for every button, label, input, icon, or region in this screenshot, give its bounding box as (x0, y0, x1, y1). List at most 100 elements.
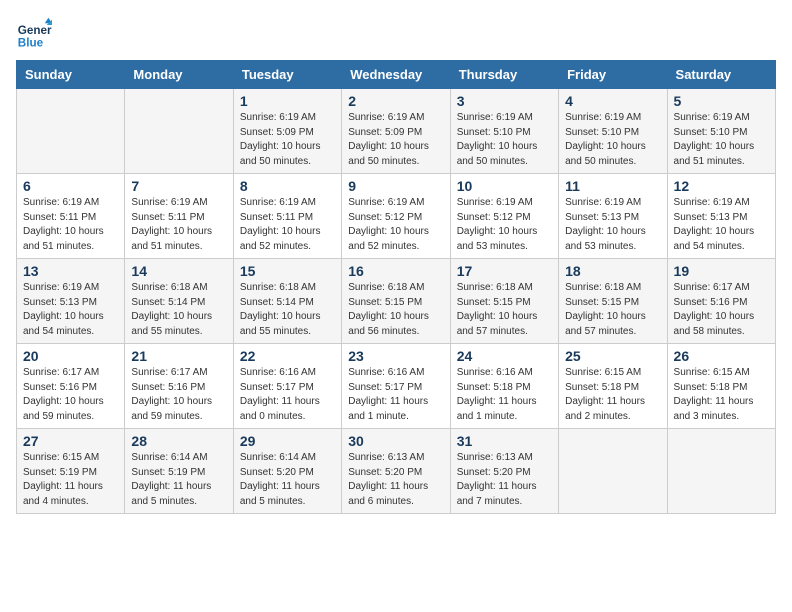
calendar-header: SundayMondayTuesdayWednesdayThursdayFrid… (17, 61, 776, 89)
calendar-cell: 25 Sunrise: 6:15 AM Sunset: 5:18 PM Dayli… (559, 344, 667, 429)
cell-day-number: 21 (131, 348, 226, 364)
cell-day-info: Sunrise: 6:19 AM Sunset: 5:10 PM Dayligh… (565, 111, 660, 169)
cell-day-info: Sunrise: 6:18 AM Sunset: 5:15 PM Dayligh… (565, 281, 660, 339)
calendar-cell: 6Sunrise: 6:19 AM Sunset: 5:11 PM Daylig… (17, 174, 125, 259)
cell-day-number: 12 (674, 178, 769, 194)
calendar-cell: 22 Sunrise: 6:16 AM Sunset: 5:17 PM Dayli… (233, 344, 341, 429)
cell-day-number: 16 (348, 263, 443, 279)
cell-day-info: Sunrise: 6:19 AM Sunset: 5:11 PM Dayligh… (131, 196, 226, 254)
calendar-cell: 4Sunrise: 6:19 AM Sunset: 5:10 PM Daylig… (559, 89, 667, 174)
calendar-cell: 15 Sunrise: 6:18 AM Sunset: 5:14 PM Dayli… (233, 259, 341, 344)
cell-day-info: Sunrise: 6:19 AM Sunset: 5:12 PM Dayligh… (457, 196, 552, 254)
weekday-header-wednesday: Wednesday (342, 61, 450, 89)
cell-day-info: Sunrise: 6:17 AM Sunset: 5:16 PM Dayligh… (23, 366, 118, 424)
weekday-header-monday: Monday (125, 61, 233, 89)
cell-day-info: Sunrise: 6:18 AM Sunset: 5:15 PM Dayligh… (457, 281, 552, 339)
calendar-cell: 10 Sunrise: 6:19 AM Sunset: 5:12 PM Dayli… (450, 174, 558, 259)
cell-day-info: Sunrise: 6:15 AM Sunset: 5:18 PM Dayligh… (565, 366, 660, 424)
calendar-cell: 27 Sunrise: 6:15 AM Sunset: 5:19 PM Dayli… (17, 429, 125, 514)
calendar-cell: 8Sunrise: 6:19 AM Sunset: 5:11 PM Daylig… (233, 174, 341, 259)
cell-day-info: Sunrise: 6:14 AM Sunset: 5:20 PM Dayligh… (240, 451, 335, 509)
cell-day-info: Sunrise: 6:19 AM Sunset: 5:13 PM Dayligh… (674, 196, 769, 254)
cell-day-number: 18 (565, 263, 660, 279)
cell-day-info: Sunrise: 6:14 AM Sunset: 5:19 PM Dayligh… (131, 451, 226, 509)
weekday-header-friday: Friday (559, 61, 667, 89)
svg-text:Blue: Blue (18, 37, 44, 50)
page-header: General Blue (16, 16, 776, 52)
cell-day-number: 22 (240, 348, 335, 364)
calendar-cell: 31 Sunrise: 6:13 AM Sunset: 5:20 PM Dayli… (450, 429, 558, 514)
calendar-cell: 26 Sunrise: 6:15 AM Sunset: 5:18 PM Dayli… (667, 344, 775, 429)
weekday-header-sunday: Sunday (17, 61, 125, 89)
calendar-cell: 11Sunrise: 6:19 AM Sunset: 5:13 PM Dayli… (559, 174, 667, 259)
calendar-cell: 13Sunrise: 6:19 AM Sunset: 5:13 PM Dayli… (17, 259, 125, 344)
calendar-week-row: 13Sunrise: 6:19 AM Sunset: 5:13 PM Dayli… (17, 259, 776, 344)
cell-day-number: 24 (457, 348, 552, 364)
cell-day-info: Sunrise: 6:19 AM Sunset: 5:13 PM Dayligh… (23, 281, 118, 339)
cell-day-info: Sunrise: 6:16 AM Sunset: 5:17 PM Dayligh… (240, 366, 335, 424)
cell-day-number: 19 (674, 263, 769, 279)
calendar-cell: 17 Sunrise: 6:18 AM Sunset: 5:15 PM Dayli… (450, 259, 558, 344)
cell-day-number: 8 (240, 178, 335, 194)
cell-day-number: 1 (240, 93, 335, 109)
cell-day-info: Sunrise: 6:19 AM Sunset: 5:11 PM Dayligh… (23, 196, 118, 254)
calendar-cell: 29Sunrise: 6:14 AM Sunset: 5:20 PM Dayli… (233, 429, 341, 514)
calendar-week-row: 6Sunrise: 6:19 AM Sunset: 5:11 PM Daylig… (17, 174, 776, 259)
calendar-cell: 7 Sunrise: 6:19 AM Sunset: 5:11 PM Daylig… (125, 174, 233, 259)
cell-day-number: 10 (457, 178, 552, 194)
cell-day-info: Sunrise: 6:16 AM Sunset: 5:18 PM Dayligh… (457, 366, 552, 424)
cell-day-info: Sunrise: 6:19 AM Sunset: 5:09 PM Dayligh… (240, 111, 335, 169)
cell-day-info: Sunrise: 6:18 AM Sunset: 5:15 PM Dayligh… (348, 281, 443, 339)
calendar-cell: 12 Sunrise: 6:19 AM Sunset: 5:13 PM Dayli… (667, 174, 775, 259)
calendar-cell: 3Sunrise: 6:19 AM Sunset: 5:10 PM Daylig… (450, 89, 558, 174)
calendar-week-row: 27 Sunrise: 6:15 AM Sunset: 5:19 PM Dayli… (17, 429, 776, 514)
cell-day-info: Sunrise: 6:13 AM Sunset: 5:20 PM Dayligh… (348, 451, 443, 509)
cell-day-number: 7 (131, 178, 226, 194)
cell-day-number: 31 (457, 433, 552, 449)
cell-day-number: 30 (348, 433, 443, 449)
weekday-header-row: SundayMondayTuesdayWednesdayThursdayFrid… (17, 61, 776, 89)
cell-day-number: 27 (23, 433, 118, 449)
calendar-cell: 16 Sunrise: 6:18 AM Sunset: 5:15 PM Dayli… (342, 259, 450, 344)
cell-day-number: 5 (674, 93, 769, 109)
calendar-body: 1 Sunrise: 6:19 AM Sunset: 5:09 PM Daylig… (17, 89, 776, 514)
cell-day-info: Sunrise: 6:15 AM Sunset: 5:19 PM Dayligh… (23, 451, 118, 509)
cell-day-number: 9 (348, 178, 443, 194)
cell-day-number: 3 (457, 93, 552, 109)
calendar-table: SundayMondayTuesdayWednesdayThursdayFrid… (16, 60, 776, 514)
calendar-cell: 2Sunrise: 6:19 AM Sunset: 5:09 PM Daylig… (342, 89, 450, 174)
weekday-header-thursday: Thursday (450, 61, 558, 89)
cell-day-info: Sunrise: 6:18 AM Sunset: 5:14 PM Dayligh… (240, 281, 335, 339)
calendar-week-row: 1 Sunrise: 6:19 AM Sunset: 5:09 PM Daylig… (17, 89, 776, 174)
cell-day-info: Sunrise: 6:13 AM Sunset: 5:20 PM Dayligh… (457, 451, 552, 509)
cell-day-number: 17 (457, 263, 552, 279)
calendar-cell: 30 Sunrise: 6:13 AM Sunset: 5:20 PM Dayli… (342, 429, 450, 514)
calendar-cell: 5 Sunrise: 6:19 AM Sunset: 5:10 PM Daylig… (667, 89, 775, 174)
calendar-cell: 28Sunrise: 6:14 AM Sunset: 5:19 PM Dayli… (125, 429, 233, 514)
cell-day-number: 25 (565, 348, 660, 364)
cell-day-number: 2 (348, 93, 443, 109)
cell-day-number: 20 (23, 348, 118, 364)
calendar-cell (667, 429, 775, 514)
calendar-cell: 9 Sunrise: 6:19 AM Sunset: 5:12 PM Daylig… (342, 174, 450, 259)
calendar-cell (125, 89, 233, 174)
logo-icon: General Blue (16, 16, 52, 52)
cell-day-info: Sunrise: 6:18 AM Sunset: 5:14 PM Dayligh… (131, 281, 226, 339)
calendar-cell: 20 Sunrise: 6:17 AM Sunset: 5:16 PM Dayli… (17, 344, 125, 429)
cell-day-info: Sunrise: 6:16 AM Sunset: 5:17 PM Dayligh… (348, 366, 443, 424)
calendar-cell: 18 Sunrise: 6:18 AM Sunset: 5:15 PM Dayli… (559, 259, 667, 344)
cell-day-info: Sunrise: 6:15 AM Sunset: 5:18 PM Dayligh… (674, 366, 769, 424)
cell-day-info: Sunrise: 6:19 AM Sunset: 5:10 PM Dayligh… (674, 111, 769, 169)
calendar-cell (17, 89, 125, 174)
calendar-cell: 21Sunrise: 6:17 AM Sunset: 5:16 PM Dayli… (125, 344, 233, 429)
calendar-cell: 23Sunrise: 6:16 AM Sunset: 5:17 PM Dayli… (342, 344, 450, 429)
calendar-cell (559, 429, 667, 514)
cell-day-info: Sunrise: 6:19 AM Sunset: 5:12 PM Dayligh… (348, 196, 443, 254)
cell-day-number: 14 (131, 263, 226, 279)
calendar-cell: 14 Sunrise: 6:18 AM Sunset: 5:14 PM Dayli… (125, 259, 233, 344)
cell-day-info: Sunrise: 6:17 AM Sunset: 5:16 PM Dayligh… (674, 281, 769, 339)
svg-text:General: General (18, 24, 52, 37)
cell-day-number: 15 (240, 263, 335, 279)
cell-day-number: 26 (674, 348, 769, 364)
calendar-cell: 24 Sunrise: 6:16 AM Sunset: 5:18 PM Dayli… (450, 344, 558, 429)
